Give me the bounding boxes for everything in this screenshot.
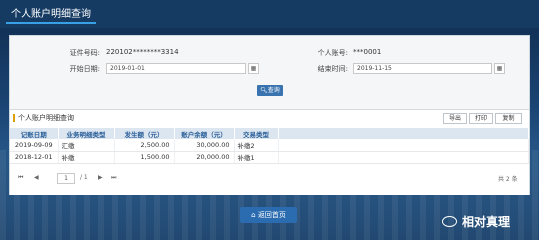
back-home-label: 返回首页: [257, 211, 286, 219]
cell-amount: 1,500.00: [114, 151, 175, 164]
column-header[interactable]: 账户余额（元）: [174, 128, 235, 139]
end-date-label: 结束时间:: [317, 65, 348, 73]
details-table: 记账日期 业务明细类型 发生额（元） 账户余额（元） 交易类型 2019-09-…: [10, 128, 529, 164]
header-bar: 个人账户明细查询: [0, 0, 539, 28]
id-number-value: 220102********3314: [106, 48, 179, 56]
table-row[interactable]: 2019-09-09 汇缴 2,500.00 30,000.00 补缴2: [10, 139, 529, 152]
cell-filler: [278, 139, 529, 152]
page-number-input[interactable]: 1: [57, 173, 75, 184]
query-panel: 证件号码: 220102********3314 个人账号: ***0001 开…: [9, 35, 530, 195]
copy-button[interactable]: 复制: [495, 113, 522, 124]
start-calendar-icon[interactable]: ▦: [248, 63, 259, 74]
query-form: 证件号码: 220102********3314 个人账号: ***0001 开…: [10, 36, 529, 104]
record-count: 共 2 条: [498, 176, 518, 183]
page-title-tab[interactable]: 个人账户明细查询: [6, 5, 96, 24]
column-header[interactable]: 交易类型: [234, 128, 279, 139]
cell-filler: [278, 151, 529, 164]
watermark: 相对真理: [442, 213, 510, 230]
watermark-text: 相对真理: [462, 215, 511, 229]
back-home-button[interactable]: ⌂ 返回首页: [240, 207, 297, 223]
cell-date: 2018-12-01: [10, 151, 59, 164]
home-icon: ⌂: [251, 211, 256, 219]
account-number-value: ***0001: [353, 48, 382, 56]
prev-page-icon[interactable]: ◀: [34, 174, 39, 181]
details-title: 个人账户明细查询: [13, 114, 74, 122]
total-pages: / 1: [80, 174, 88, 181]
end-calendar-icon[interactable]: ▦: [494, 63, 505, 74]
cell-balance: 20,000.00: [174, 151, 235, 164]
search-icon: 🔍︎: [260, 87, 268, 94]
end-date-input[interactable]: 2019-11-15: [353, 63, 492, 74]
next-page-icon[interactable]: ▶: [98, 174, 103, 181]
cell-transaction-type: 补缴2: [234, 139, 279, 152]
column-header[interactable]: 记账日期: [10, 128, 59, 139]
first-page-icon[interactable]: ⏮: [18, 174, 23, 182]
cell-balance: 30,000.00: [174, 139, 235, 152]
account-number-label: 个人账号:: [317, 49, 348, 57]
start-date-label: 开始日期:: [69, 65, 100, 73]
table-header-row: 记账日期 业务明细类型 发生额（元） 账户余额（元） 交易类型: [10, 128, 529, 139]
pagination-bar: ⏮ ◀ 1 / 1 ▶ ⏭ 共 2 条: [10, 172, 529, 186]
cell-date: 2019-09-09: [10, 139, 59, 152]
wechat-icon: [442, 216, 457, 227]
details-panel: 个人账户明细查询 导出 打印 复制 记账日期 业务明细类型 发生额（元） 账户余…: [10, 109, 529, 195]
query-button-label: 查询: [267, 87, 280, 94]
id-number-label: 证件号码:: [69, 49, 100, 57]
last-page-icon[interactable]: ⏭: [111, 174, 116, 182]
column-header-filler: [278, 128, 529, 139]
start-date-input[interactable]: 2019-01-01: [106, 63, 246, 74]
cell-transaction-type: 补缴1: [234, 151, 279, 164]
column-header[interactable]: 发生额（元）: [114, 128, 175, 139]
cell-amount: 2,500.00: [114, 139, 175, 152]
cell-type: 汇缴: [58, 139, 115, 152]
cell-type: 补缴: [58, 151, 115, 164]
print-button[interactable]: 打印: [469, 113, 493, 124]
table-row[interactable]: 2018-12-01 补缴 1,500.00 20,000.00 补缴1: [10, 151, 529, 164]
export-button[interactable]: 导出: [443, 113, 467, 124]
column-header[interactable]: 业务明细类型: [58, 128, 115, 139]
query-button[interactable]: 🔍︎查询: [257, 85, 283, 96]
